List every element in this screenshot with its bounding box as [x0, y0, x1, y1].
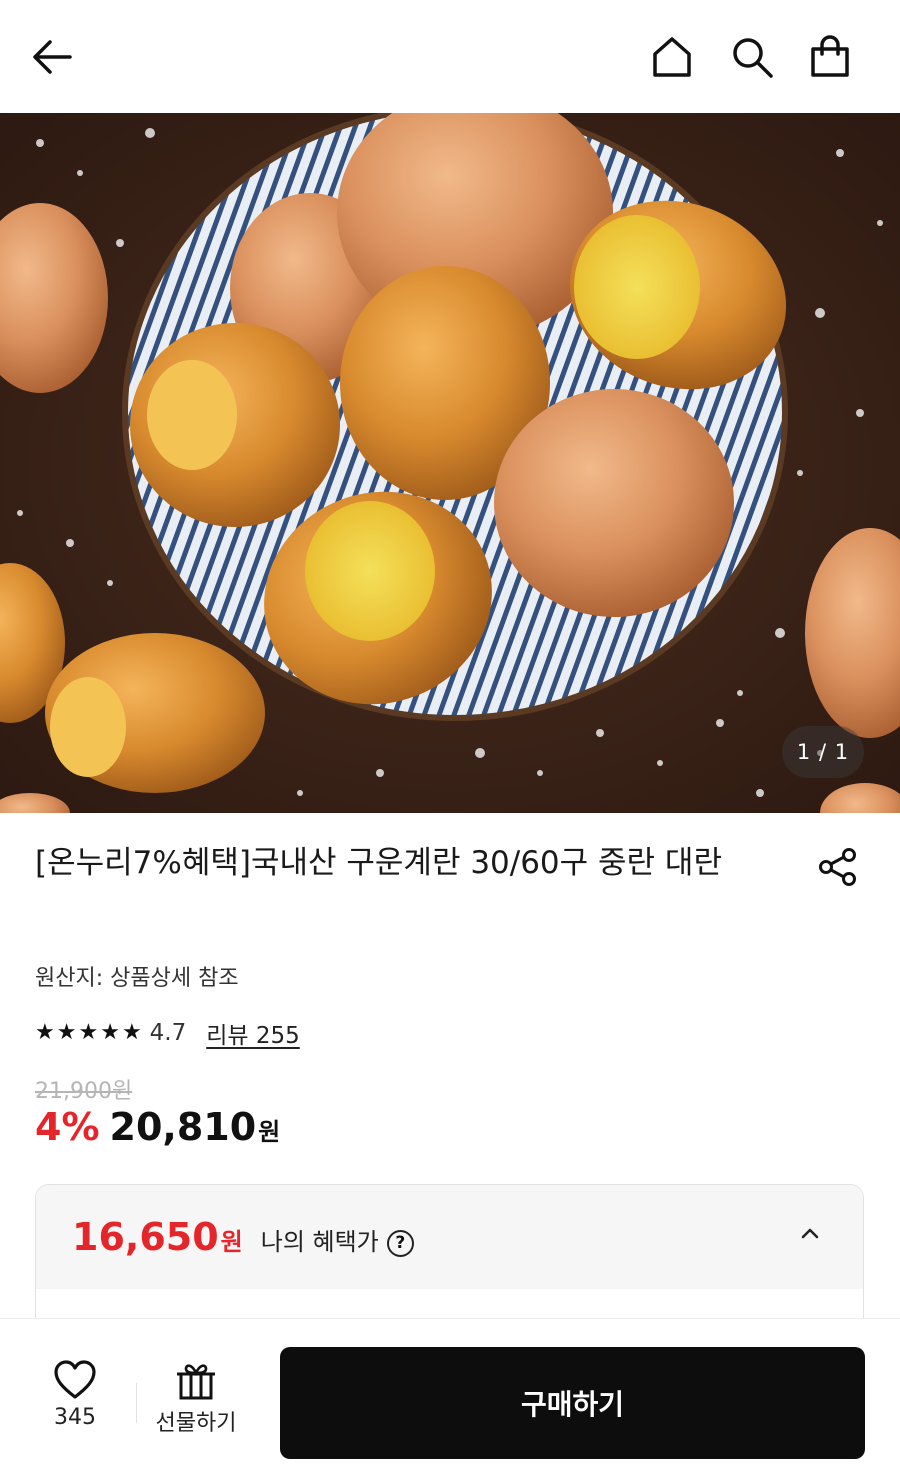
search-button[interactable] [727, 30, 777, 84]
divider [136, 1383, 137, 1423]
bottom-action-bar: 345 선물하기 구매하기 [0, 1318, 900, 1481]
share-icon [819, 848, 856, 886]
product-photo [0, 113, 900, 813]
like-count: 345 [54, 1405, 96, 1430]
top-nav-bar [0, 0, 900, 113]
original-price: 21,900원 [35, 1079, 133, 1104]
star-icon: ★ [121, 1020, 142, 1045]
like-button[interactable]: 345 [34, 1359, 116, 1449]
star-icon: ★ [35, 1020, 55, 1045]
image-counter: 1 / 1 [782, 726, 864, 778]
star-icon: ★ [56, 1020, 77, 1045]
currency-unit: 원 [258, 1118, 281, 1146]
benefit-price: 16,650 [72, 1215, 219, 1259]
share-button[interactable] [814, 843, 862, 891]
product-title: [온누리7%혜택]국내산 구운계란 30/60구 중란 대란 [35, 845, 722, 881]
benefit-price-row: 16,650 원 나의 혜택가 ? [72, 1215, 414, 1259]
price-row: 4% 20,810 원 [35, 1105, 280, 1149]
heart-icon [54, 1360, 96, 1399]
rating-row: ★ ★ ★ ★ ★ 4.7 리뷰 255 [35, 1017, 300, 1049]
sale-price: 20,810 [109, 1105, 257, 1149]
home-icon [653, 37, 691, 77]
gift-icon [177, 1364, 215, 1400]
discount-rate: 4% [35, 1105, 100, 1149]
gift-label: 선물하기 [155, 1411, 237, 1436]
review-link[interactable]: 리뷰 255 [206, 1016, 300, 1050]
benefit-toggle[interactable]: 16,650 원 나의 혜택가 ? [36, 1185, 863, 1289]
shopping-bag-icon [811, 35, 849, 77]
help-icon[interactable]: ? [386, 1229, 414, 1257]
star-rating: ★ ★ ★ ★ ★ [35, 1022, 142, 1044]
star-icon: ★ [78, 1020, 99, 1045]
search-icon [733, 38, 773, 78]
home-button[interactable] [647, 30, 697, 84]
rating-value: 4.7 [149, 1020, 187, 1046]
origin-info: 원산지: 상품상세 참조 [35, 966, 239, 991]
buy-button[interactable]: 구매하기 [280, 1347, 865, 1459]
arrow-left-icon [33, 40, 72, 74]
back-button[interactable] [27, 30, 77, 84]
star-icon: ★ [100, 1020, 120, 1045]
benefit-label: 나의 혜택가 [260, 1228, 379, 1256]
gift-button[interactable]: 선물하기 [148, 1359, 244, 1449]
cart-button[interactable] [805, 30, 855, 84]
chevron-up-icon [801, 1228, 819, 1239]
benefit-currency: 원 [220, 1228, 243, 1256]
product-image-carousel[interactable]: 1 / 1 [0, 113, 900, 813]
